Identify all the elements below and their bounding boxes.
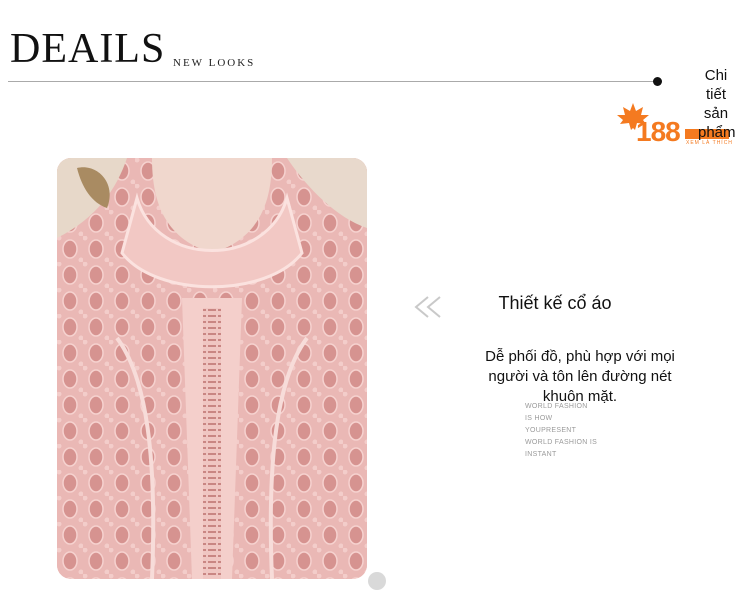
product-photo: [57, 158, 367, 579]
side-caption: Chi tiết sản phẩm: [698, 67, 736, 141]
logo-number: 188: [636, 116, 681, 147]
tagline-line: INSTANT: [525, 451, 557, 458]
tagline-line: IS HOW: [525, 415, 553, 422]
header-divider: [8, 81, 658, 82]
lace-blouse-image: [57, 158, 367, 579]
tagline-line: YOUPRESENT: [525, 427, 577, 434]
tagline-line: WORLD FASHION IS: [525, 439, 598, 446]
fashion-tagline: WORLD FASHION IS HOW YOUPRESENT WORLD FA…: [525, 401, 597, 461]
feature-description: Dễ phối đồ, phù hợp với mọi người và tôn…: [485, 348, 675, 405]
double-left-arrow-icon: [414, 296, 441, 318]
feature-title: Thiết kế cổ áo: [498, 293, 612, 313]
tagline-line: WORLD FASHION: [525, 403, 588, 410]
page-subtitle: NEW LOOKS: [173, 57, 256, 69]
page-title: DEAILS: [10, 26, 166, 72]
scroll-indicator[interactable]: [368, 572, 386, 590]
divider-dot: [653, 77, 662, 86]
